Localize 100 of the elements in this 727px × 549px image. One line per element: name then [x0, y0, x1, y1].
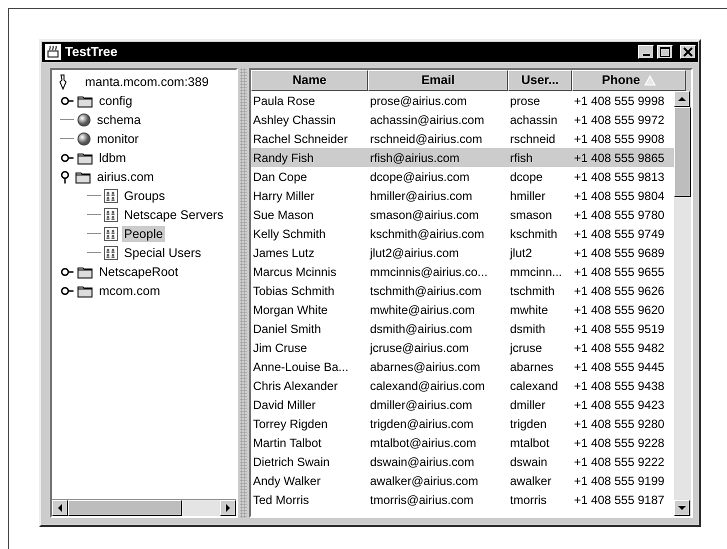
tree-item[interactable]: config	[97, 92, 134, 108]
table-row[interactable]: Ted Morris tmorris@airius.com tmorris +1 408 555 9187	[251, 490, 674, 509]
table-cell-text: trigden	[509, 416, 548, 432]
table-cell-text: Paula Rose	[252, 92, 316, 108]
right-arrow-icon	[225, 504, 231, 512]
ball-icon	[77, 112, 91, 126]
table-row[interactable]: Rachel Schneider rschneid@airius.com rschneid +1 408 555 9908	[251, 129, 674, 148]
window-title: TestTree	[65, 43, 119, 62]
table-cell-text: mtalbot@airius.com	[369, 434, 478, 450]
scrollbar-thumb[interactable]	[68, 500, 182, 516]
folder-icon	[77, 150, 93, 164]
table-row[interactable]: Ashley Chassin achassin@airius.com achassin +1 408 555 9972	[251, 110, 674, 129]
table-cell-text: +1 408 555 9972	[573, 112, 666, 128]
table-cell-text: +1 408 555 9626	[573, 282, 666, 298]
splitter-handle[interactable]	[240, 68, 247, 518]
close-button[interactable]	[680, 45, 696, 59]
scrollbar-thumb[interactable]	[674, 107, 691, 198]
table-row[interactable]: Randy Fish rfish@airius.com rfish +1 408 555 9865	[251, 148, 674, 167]
collapsed-handle-icon[interactable]	[60, 266, 74, 278]
scroll-left-button[interactable]	[52, 500, 68, 516]
column-header[interactable]: Email	[368, 70, 508, 91]
table-row[interactable]: Marcus Mcinnis mmcinnis@airius.co... mmcinn... +1 408 555 9655	[251, 262, 674, 281]
table-cell-text: David Miller	[252, 396, 317, 412]
table-row[interactable]: Morgan White mwhite@airius.com mwhite +1 408 555 9620	[251, 300, 674, 319]
close-icon	[683, 47, 693, 57]
table-cell-text: mmcinnis@airius.co...	[369, 264, 489, 280]
scroll-down-button[interactable]	[674, 500, 690, 516]
tree-item[interactable]: ldbm	[97, 150, 128, 166]
table-cell-text: Chris Alexander	[252, 378, 339, 394]
table-cell-text: tschmith	[509, 282, 556, 298]
table-row[interactable]: Dietrich Swain dswain@airius.com dswain +1 408 555 9222	[251, 452, 674, 471]
table-cell-text: rschneid@airius.com	[369, 130, 484, 146]
tree-item[interactable]: mcom.com	[97, 282, 162, 298]
table-cell-text: tschmith@airius.com	[369, 282, 483, 298]
tree-item[interactable]: schema	[95, 112, 143, 128]
table-row[interactable]: Tobias Schmith tschmith@airius.com tschmith +1 408 555 9626	[251, 281, 674, 300]
table-cell-text: Ted Morris	[252, 492, 310, 508]
sort-arrow-icon	[644, 75, 656, 86]
table-cell-text: +1 408 555 9199	[573, 472, 666, 488]
table-cell-text: Marcus Mcinnis	[252, 264, 338, 280]
table-cell-text: dsmith@airius.com	[369, 320, 474, 336]
scroll-up-button[interactable]	[674, 91, 690, 107]
table-row[interactable]: Dan Cope dcope@airius.com dcope +1 408 555 9813	[251, 167, 674, 186]
table-cell-text: abarnes@airius.com	[369, 358, 482, 374]
table-row[interactable]: Paula Rose prose@airius.com prose +1 408 555 9998	[251, 91, 674, 110]
table-cell-text: Tobias Schmith	[252, 282, 336, 298]
table-cell-text: +1 408 555 9749	[573, 226, 666, 242]
table-row[interactable]: Torrey Rigden trigden@airius.com trigden +1 408 555 9280	[251, 414, 674, 433]
table-cell-text: hmiller	[509, 188, 546, 204]
collapsed-handle-icon[interactable]	[60, 152, 74, 164]
tree-item[interactable]: Netscape Servers	[122, 206, 226, 222]
table-cell-text: Martin Talbot	[252, 434, 322, 450]
scroll-right-button[interactable]	[220, 500, 236, 516]
maximize-button[interactable]	[657, 45, 673, 59]
tree-item[interactable]: manta.mcom.com:389	[83, 74, 211, 90]
collapsed-handle-icon[interactable]	[60, 284, 74, 296]
column-header[interactable]: Phone	[572, 70, 686, 91]
table-cell-text: rschneid	[509, 130, 556, 146]
tree-item[interactable]: People	[122, 226, 165, 242]
table-cell-text: Randy Fish	[252, 150, 315, 166]
table-cell-text: jcruse@airius.com	[368, 340, 470, 356]
table-row[interactable]: Jim Cruse jcruse@airius.com jcruse +1 408 555 9482	[251, 338, 674, 357]
tree-item[interactable]: Groups	[122, 188, 167, 204]
table-cell-text: kschmith@airius.com	[369, 226, 486, 242]
table-row[interactable]: Harry Miller hmiller@airius.com hmiller +1 408 555 9804	[251, 186, 674, 205]
table-cell-text: rfish	[509, 150, 534, 166]
table-cell-text: +1 408 555 9423	[573, 396, 666, 412]
table-cell-text: calexand@airius.com	[369, 378, 486, 394]
table-cell-text: +1 408 555 9865	[573, 150, 666, 166]
table-row[interactable]: Martin Talbot mtalbot@airius.com mtalbot +1 408 555 9228	[251, 433, 674, 452]
table-cell-text: +1 408 555 9655	[573, 264, 666, 280]
table-row[interactable]: Kelly Schmith kschmith@airius.com kschmith +1 408 555 9749	[251, 224, 674, 243]
table-row[interactable]: Andy Walker awalker@airius.com awalker +1 408 555 9199	[251, 471, 674, 490]
table-cell-text: hmiller@airius.com	[369, 188, 474, 204]
table-cell-text: achassin@airius.com	[369, 112, 486, 128]
table-cell-text: +1 408 555 9482	[573, 340, 666, 356]
group-icon	[104, 208, 118, 222]
table-row[interactable]: James Lutz jlut2@airius.com jlut2 +1 408 555 9689	[251, 243, 674, 262]
tree-item[interactable]: monitor	[95, 130, 141, 146]
maximize-icon	[660, 47, 670, 57]
table-cell-text: tmorris@airius.com	[369, 492, 475, 508]
column-header[interactable]: User...	[508, 70, 572, 91]
table-cell-text: awalker	[509, 472, 552, 488]
expanded-handle-icon[interactable]	[60, 170, 72, 184]
table-row[interactable]: Sue Mason smason@airius.com smason +1 408 555 9780	[251, 205, 674, 224]
table-cell-text: +1 408 555 9804	[573, 188, 666, 204]
table-row[interactable]: Daniel Smith dsmith@airius.com dsmith +1 408 555 9519	[251, 319, 674, 338]
table-cell-text: dmiller	[509, 396, 546, 412]
table-cell-text: dswain@airius.com	[369, 454, 476, 470]
table-cell-text: Morgan White	[252, 302, 329, 318]
minimize-button[interactable]	[638, 45, 654, 59]
table-cell-text: dsmith	[509, 320, 546, 336]
tree-item[interactable]: airius.com	[95, 168, 156, 184]
tree-item[interactable]: Special Users	[122, 244, 204, 260]
collapsed-handle-icon[interactable]	[60, 94, 74, 106]
column-header[interactable]: Name	[251, 70, 368, 91]
table-row[interactable]: David Miller dmiller@airius.com dmiller +1 408 555 9423	[251, 395, 674, 414]
table-row[interactable]: Anne-Louise Ba... abarnes@airius.com abarnes +1 408 555 9445	[251, 357, 674, 376]
table-row[interactable]: Chris Alexander calexand@airius.com calexand +1 408 555 9438	[251, 376, 674, 395]
tree-item[interactable]: NetscapeRoot	[97, 264, 180, 280]
